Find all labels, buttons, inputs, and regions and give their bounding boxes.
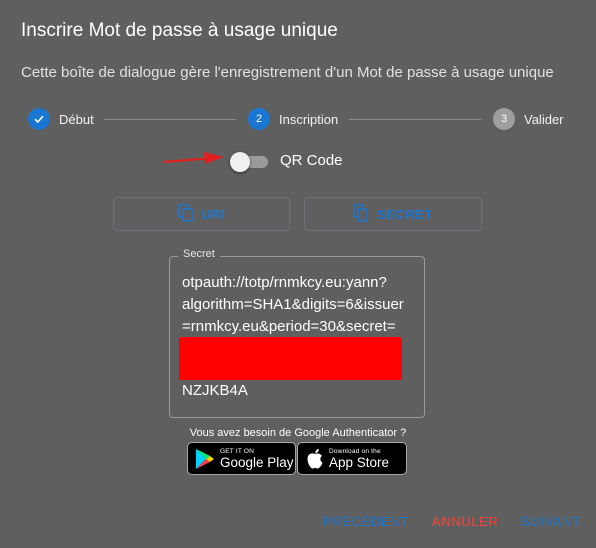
- copy-uri-button[interactable]: URI: [113, 197, 290, 231]
- step-valider[interactable]: 3 Valider: [493, 108, 564, 130]
- copy-icon: [177, 203, 194, 225]
- copy-icon: [353, 203, 369, 225]
- previous-button[interactable]: PRÉCÉDENT: [323, 514, 409, 529]
- dialog-description: Cette boîte de dialogue gère l'enregistr…: [21, 64, 554, 81]
- apple-icon: [306, 448, 324, 470]
- google-play-badge[interactable]: GET IT ON Google Play: [187, 442, 296, 475]
- app-store-small-text: Download on the: [329, 447, 381, 455]
- secret-line: =rnmkcy.eu&period=30&secret=: [182, 318, 396, 335]
- copy-secret-label: SECRET: [377, 206, 433, 222]
- cancel-button[interactable]: ANNULER: [432, 514, 498, 529]
- google-play-small-text: GET IT ON: [220, 447, 255, 455]
- authenticator-prompt: Vous avez besoin de Google Authenticator…: [189, 427, 407, 439]
- dialog-title: Inscrire Mot de passe à usage unique: [21, 20, 338, 41]
- copy-secret-button[interactable]: SECRET: [304, 197, 482, 231]
- check-icon: [28, 108, 50, 130]
- toggle-thumb: [230, 152, 250, 172]
- google-play-big-text: Google Play: [220, 454, 294, 470]
- step-label-inscription: Inscription: [279, 111, 339, 127]
- next-button[interactable]: SUIVANT: [521, 514, 581, 529]
- qr-code-toggle[interactable]: [230, 152, 270, 172]
- google-play-icon: [195, 448, 215, 470]
- red-arrow-annotation-icon: [163, 152, 224, 164]
- step-number-2: 2: [248, 108, 270, 130]
- step-label-debut: Début: [59, 111, 94, 127]
- step-connector: [349, 119, 481, 120]
- qr-code-label: QR Code: [280, 152, 343, 169]
- step-inscription[interactable]: 2 Inscription: [248, 108, 338, 130]
- secret-field-legend: Secret: [178, 248, 220, 260]
- secret-line: otpauth://totp/rnmkcy.eu:yann?: [182, 274, 387, 291]
- step-debut[interactable]: Début: [28, 108, 94, 130]
- secret-line: algorithm=SHA1&digits=6&issuer: [182, 296, 404, 313]
- app-store-big-text: App Store: [329, 454, 390, 470]
- step-number-3: 3: [493, 108, 515, 130]
- step-label-valider: Valider: [524, 111, 564, 127]
- step-connector: [104, 119, 236, 120]
- app-store-badge[interactable]: Download on the App Store: [297, 442, 407, 475]
- copy-uri-label: URI: [201, 206, 226, 222]
- secret-line: NZJKB4A: [182, 382, 248, 399]
- redaction-box: [179, 337, 402, 380]
